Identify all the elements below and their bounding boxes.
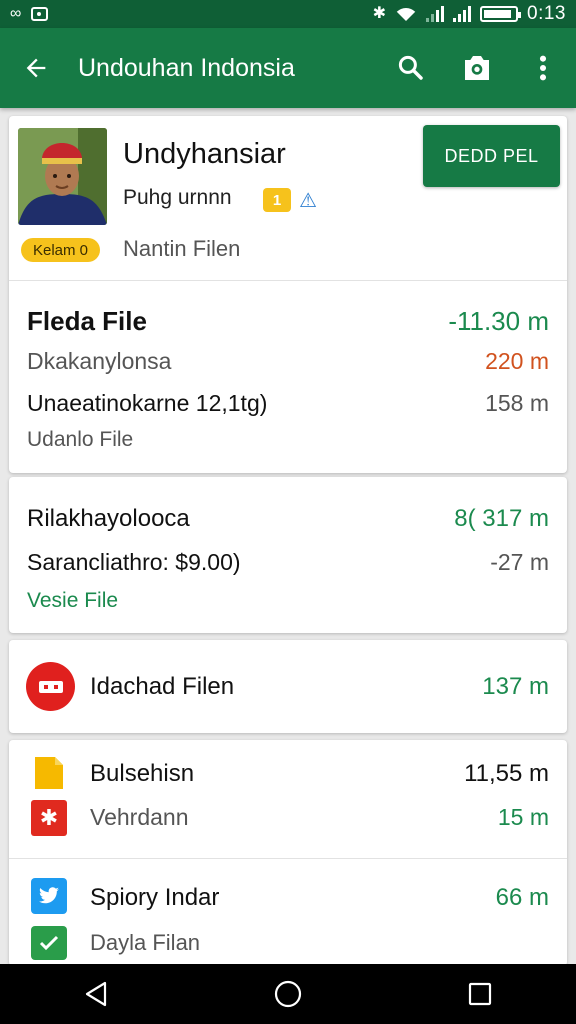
- search-icon: [398, 55, 423, 80]
- back-button[interactable]: [0, 28, 72, 108]
- profile-name: Undyhansiar: [123, 138, 286, 170]
- divider: [9, 858, 567, 859]
- detail-card: Rilakhayolooca 8( 317 m Sarancliathro: $…: [9, 477, 567, 633]
- file-row-label: Spiory Indar: [90, 884, 220, 911]
- more-options-button[interactable]: [510, 28, 576, 108]
- status-bar: ∞ ✱ 0:13: [0, 0, 576, 28]
- file-row[interactable]: Bulsehisn 11,55 m: [90, 760, 549, 788]
- file-row[interactable]: Dayla Filan: [90, 930, 549, 956]
- summary-row[interactable]: Dkakanylonsa 220 m: [27, 348, 549, 375]
- square-recents-icon: [468, 982, 492, 1006]
- app-bar: Undouhan Indonsia: [0, 28, 576, 108]
- signal-2-icon: [453, 6, 472, 22]
- page-title: Undouhan Indonsia: [78, 53, 295, 82]
- circle-home-icon: [274, 980, 302, 1008]
- file-row[interactable]: Spiory Indar 66 m: [90, 884, 549, 912]
- download-label: Idachad Filen: [90, 673, 235, 700]
- status-pill: Kelam 0: [21, 238, 101, 262]
- file-row[interactable]: Vehrdann 15 m: [90, 804, 549, 831]
- download-badge-icon: [26, 662, 75, 711]
- summary-row[interactable]: Unaeatinokarne 12,1tg) 158 m: [27, 390, 549, 417]
- warning-icon: ⚠: [299, 190, 317, 212]
- summary-row-label: Fleda File: [27, 306, 147, 336]
- summary-link-label: Udanlo File: [27, 428, 134, 451]
- twitter-bird-icon: [31, 878, 67, 914]
- battery-icon: [480, 6, 522, 22]
- summary-link[interactable]: Udanlo File: [27, 428, 549, 452]
- summary-row-value: -11.30 m: [448, 306, 549, 336]
- file-row-value: 66 m: [495, 884, 549, 911]
- wifi-icon: [395, 6, 417, 22]
- notification-icon: [31, 7, 49, 21]
- infinity-icon: ∞: [10, 5, 22, 22]
- download-value: 137 m: [482, 673, 549, 700]
- more-vert-icon: [539, 55, 547, 81]
- detail-row-label: Rilakhayolooca: [27, 505, 190, 532]
- summary-row-value: 158 m: [485, 390, 549, 416]
- check-badge-icon: [31, 926, 67, 960]
- file-row-label: Dayla Filan: [90, 930, 201, 955]
- file-row-label: Bulsehisn: [90, 760, 195, 787]
- summary-row-label: Unaeatinokarne 12,1tg): [27, 390, 268, 416]
- detail-row-value: -27 m: [490, 549, 549, 575]
- profile-card: Undyhansiar Puhg urnnn 1 ⚠ Kelam 0 Nanti…: [9, 116, 567, 473]
- navigation-bar: [0, 964, 576, 1024]
- avatar[interactable]: [18, 128, 107, 225]
- summary-row[interactable]: Fleda File -11.30 m: [27, 306, 549, 337]
- file-icon: [33, 755, 65, 791]
- detail-row-value: 8( 317 m: [454, 505, 549, 532]
- detail-link-label: Vesie File: [27, 589, 119, 612]
- download-row: Idachad Filen 137 m: [90, 673, 549, 701]
- home-nav-button[interactable]: [243, 964, 333, 1024]
- recents-nav-button[interactable]: [435, 964, 525, 1024]
- search-button[interactable]: [378, 28, 444, 108]
- star-badge-icon: ✱: [31, 800, 67, 836]
- detail-row[interactable]: Rilakhayolooca 8( 317 m: [27, 505, 549, 533]
- primary-action-button[interactable]: DEDD PEL: [423, 125, 560, 187]
- camera-icon: [465, 56, 489, 80]
- detail-row[interactable]: Sarancliathro: $9.00) -27 m: [27, 549, 549, 576]
- level-badge: 1: [263, 188, 291, 212]
- summary-row-label: Dkakanylonsa: [27, 348, 172, 374]
- summary-row-value: 220 m: [485, 348, 549, 374]
- file-list-card: Bulsehisn 11,55 m ✱ Vehrdann 15 m Spiory…: [9, 740, 567, 966]
- back-nav-button[interactable]: [51, 964, 141, 1024]
- detail-row-label: Sarancliathro: $9.00): [27, 549, 241, 575]
- bluetooth-icon: ✱: [372, 5, 387, 22]
- file-row-label: Vehrdann: [90, 804, 189, 830]
- divider: [9, 280, 567, 281]
- file-row-value: 11,55 m: [464, 760, 549, 787]
- profile-caption: Nantin Filen: [123, 236, 241, 261]
- download-card[interactable]: Idachad Filen 137 m: [9, 640, 567, 733]
- signal-icon: [426, 6, 445, 22]
- profile-subtitle: Puhg urnnn: [123, 186, 232, 209]
- arrow-left-icon: [26, 58, 46, 78]
- camera-button[interactable]: [444, 28, 510, 108]
- detail-link[interactable]: Vesie File: [27, 589, 549, 613]
- file-row-value: 15 m: [497, 804, 549, 830]
- clock: 0:13: [527, 3, 566, 24]
- triangle-back-icon: [85, 981, 107, 1007]
